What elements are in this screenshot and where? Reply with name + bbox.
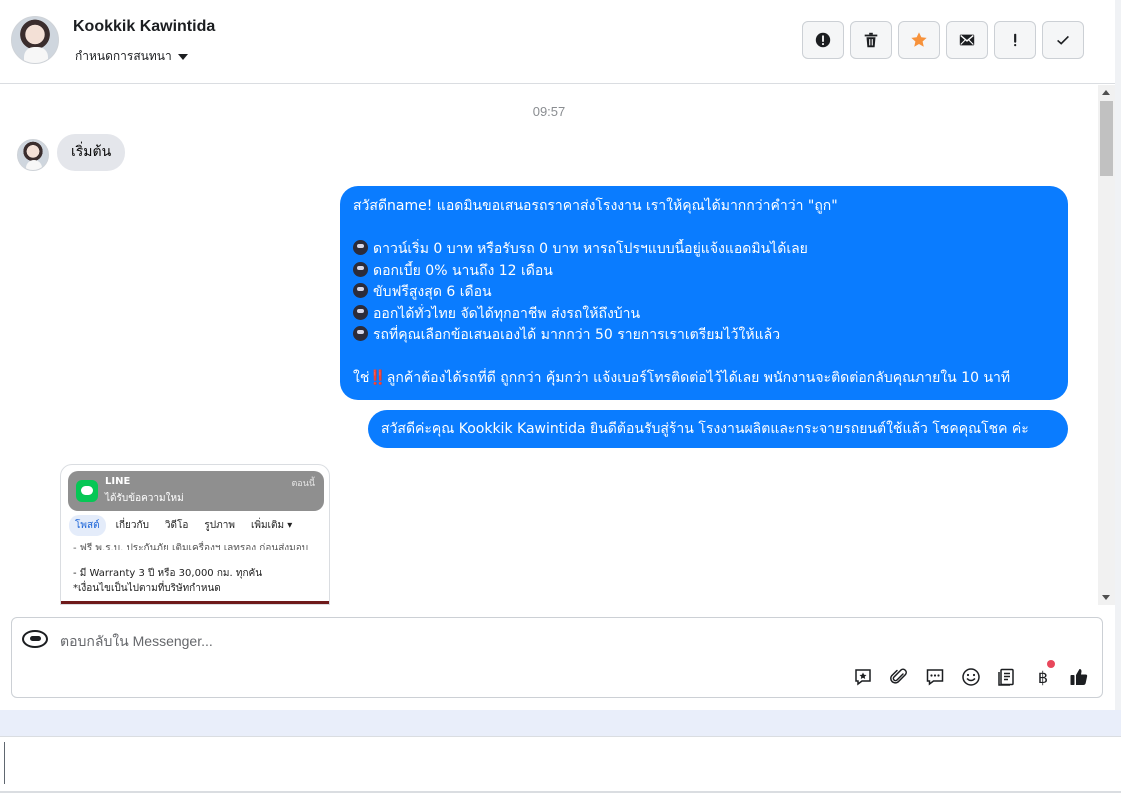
text-cursor xyxy=(4,742,5,784)
attach-button[interactable] xyxy=(887,665,911,689)
car-emoji-icon xyxy=(353,261,368,277)
notification-time: ตอนนี้ xyxy=(291,479,315,489)
quick-reply-button[interactable] xyxy=(923,665,947,689)
exclamation-icon xyxy=(1014,33,1017,47)
car-emoji-icon xyxy=(353,283,368,298)
delete-button[interactable] xyxy=(850,21,892,59)
contact-avatar[interactable] xyxy=(11,16,59,64)
image-tab: วิดีโอ xyxy=(164,520,189,531)
checkmark-icon xyxy=(1057,35,1069,45)
car-emoji-icon xyxy=(353,304,368,320)
image-attachment[interactable]: LINE ได้รับข้อความใหม่ ตอนนี้ โพสต์ เกี่… xyxy=(60,464,330,605)
message-composer: ฿ xyxy=(11,617,1103,698)
conversation-settings-dropdown[interactable]: กำหนดการสนทนา xyxy=(75,47,188,66)
contact-name[interactable]: Kookkik Kawintida xyxy=(73,18,215,36)
header-actions xyxy=(802,21,1084,59)
star-button[interactable] xyxy=(898,21,940,59)
message-bullet: ขับฟรีสูงสุด 6 เดือน xyxy=(353,282,1055,304)
sender-avatar[interactable] xyxy=(17,139,49,171)
saved-reply-icon xyxy=(855,669,871,686)
message-bullet: รถที่คุณเลือกข้อเสนอเองได้ มากกว่า 50 รา… xyxy=(353,325,1055,347)
scroll-down-arrow-icon[interactable] xyxy=(1102,595,1110,600)
image-tab: รูปภาพ xyxy=(204,520,235,531)
right-edge xyxy=(1115,0,1121,710)
conversation-panel: Kookkik Kawintida กำหนดการสนทนา 09:57 เร… xyxy=(0,0,1115,710)
payment-button[interactable]: ฿ xyxy=(1031,660,1055,689)
image-tab: เกี่ยวกับ xyxy=(115,520,149,531)
image-text-line: *เงื่อนไขเป็นไปตามที่บริษัทกำหนด xyxy=(73,583,221,594)
mark-unread-button[interactable] xyxy=(946,21,988,59)
notification-dot xyxy=(1047,660,1055,668)
emoji-icon xyxy=(962,668,980,686)
car-emoji-icon xyxy=(353,326,368,341)
emoji-button[interactable] xyxy=(959,665,983,689)
notification-message: ได้รับข้อความใหม่ xyxy=(105,493,184,504)
scrollbar-thumb[interactable] xyxy=(1100,101,1113,176)
outgoing-message[interactable]: สวัสดีค่ะคุณ Kookkik Kawintida ยินดีต้อน… xyxy=(368,410,1068,448)
double-exclamation-icon: ‼️ xyxy=(369,370,387,386)
bottom-text-area[interactable] xyxy=(0,736,1121,793)
page-avatar xyxy=(22,630,48,648)
report-spam-button[interactable] xyxy=(802,21,844,59)
message-list: 09:57 เริ่มต้น สวัสดีname! แอดมินขอเสนอร… xyxy=(0,85,1098,605)
paperclip-icon xyxy=(890,668,907,684)
outgoing-message[interactable]: สวัสดีname! แอดมินขอเสนอรถราคาส่งโรงงาน … xyxy=(340,186,1068,400)
incoming-message[interactable]: เริ่มต้น xyxy=(57,134,126,171)
image-text-line: - ฟรี พ.ร.บ. ประกันภัย เติมเครื่องฯ เลทร… xyxy=(73,543,309,550)
envelope-icon xyxy=(959,34,975,46)
message-bullet: ออกได้ทั่วไทย จัดได้ทุกอาชีพ ส่งรถให้ถึง… xyxy=(353,304,1055,326)
mark-done-button[interactable] xyxy=(1042,21,1084,59)
scroll-up-arrow-icon[interactable] xyxy=(1102,90,1110,95)
image-text-line: - มี Warranty 3 ปี หรือ 30,000 กม. ทุกคั… xyxy=(73,568,263,579)
notification-app: LINE xyxy=(105,476,131,487)
trash-icon xyxy=(864,32,878,48)
reply-input[interactable] xyxy=(60,630,1060,652)
like-icon xyxy=(1070,669,1088,685)
conversation-header: Kookkik Kawintida กำหนดการสนทนา xyxy=(0,0,1115,84)
alert-circle-icon xyxy=(815,32,831,48)
message-timestamp: 09:57 xyxy=(532,104,566,119)
image-bottom-bar xyxy=(61,601,329,604)
saved-reply-button[interactable] xyxy=(851,665,875,689)
message-bullet: ดอกเบี้ย 0% นานถึง 12 เดือน xyxy=(353,261,1055,283)
star-icon xyxy=(911,32,927,47)
image-tab: เพิ่มเติม ▾ xyxy=(250,520,293,531)
baht-icon: ฿ xyxy=(1037,667,1049,687)
composer-tools: ฿ xyxy=(851,660,1091,689)
line-logo-icon xyxy=(76,480,98,502)
message-line: สวัสดีname! แอดมินขอเสนอรถราคาส่งโรงงาน … xyxy=(353,198,838,214)
message-bullet: ดาวน์เริ่ม 0 บาท หรือรับรถ 0 บาท หารถโปร… xyxy=(353,239,1055,261)
image-tabs: โพสต์ เกี่ยวกับ วิดีโอ รูปภาพ เพิ่มเติม … xyxy=(69,515,298,536)
caret-down-icon xyxy=(177,53,188,60)
catalog-button[interactable] xyxy=(995,665,1019,689)
image-tab: โพสต์ xyxy=(69,515,106,536)
chat-bubble-icon xyxy=(926,669,944,686)
follow-up-button[interactable] xyxy=(994,21,1036,59)
message-scrollbar[interactable] xyxy=(1098,85,1115,605)
catalog-icon xyxy=(998,668,1014,686)
car-emoji-icon xyxy=(353,240,368,255)
footer-band xyxy=(0,710,1121,736)
message-closing: ใช่‼️ลูกค้าต้องได้รถที่ดี ถูกกว่า คุ้มกว… xyxy=(353,368,1055,390)
line-notification: LINE ได้รับข้อความใหม่ ตอนนี้ xyxy=(68,471,324,511)
conversation-settings-label: กำหนดการสนทนา xyxy=(75,49,172,63)
like-button[interactable] xyxy=(1067,665,1091,689)
